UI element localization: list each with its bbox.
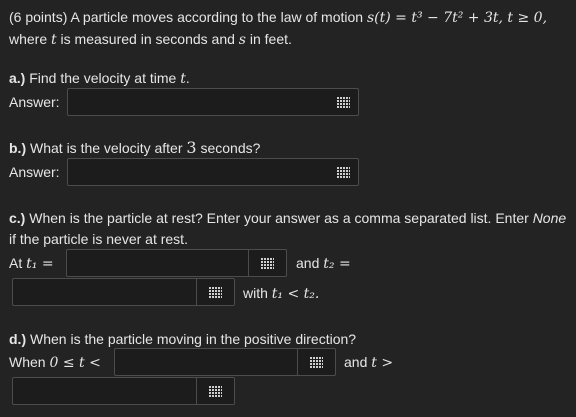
problem-text: where (9, 31, 52, 47)
part-d-question: d.) When is the particle moving in the p… (9, 329, 356, 349)
part-a-question: a.) Find the velocity at time t. (9, 68, 190, 89)
input-divider (248, 250, 249, 276)
keyboard-icon[interactable] (261, 258, 274, 269)
part-c-t2-label: and t₂ = (296, 253, 351, 274)
punct: . (185, 70, 190, 86)
part-b-text: What is the velocity after (26, 140, 187, 156)
part-b-question: b.) What is the velocity after 3 seconds… (9, 138, 260, 158)
input-divider (196, 378, 197, 404)
part-c-t1-label: At t₁ = (9, 253, 54, 274)
var-s: s (238, 32, 246, 48)
keyboard-icon[interactable] (209, 386, 222, 397)
part-c-text: At (9, 255, 27, 271)
problem-line-1: (6 points) A particle moves according to… (9, 7, 547, 28)
part-d-text: When (9, 354, 50, 370)
part-c-t1-input[interactable] (66, 249, 287, 277)
part-b-answer-label: Answer: (9, 164, 60, 180)
keyboard-icon[interactable] (337, 167, 350, 178)
keyboard-icon[interactable] (310, 357, 323, 368)
part-d-and-label: and t > (344, 352, 393, 373)
part-d-upper-input[interactable] (114, 348, 336, 376)
order-condition: t₁ < t₂. (271, 286, 320, 302)
interval-condition: 0 ≤ t < (49, 355, 101, 371)
part-d-text: and (344, 354, 372, 370)
input-divider (297, 349, 298, 375)
part-a-answer-label: Answer: (9, 94, 60, 110)
part-a-text: Find the velocity at time (25, 70, 181, 86)
part-c-text: When is the particle at rest? Enter your… (25, 210, 533, 226)
part-c-text: and (296, 255, 324, 271)
part-a-answer-input[interactable] (67, 88, 359, 116)
keyboard-icon[interactable] (337, 97, 350, 108)
none-keyword: None (532, 210, 567, 226)
part-a-label: a.) (9, 70, 26, 86)
part-b-answer-input[interactable] (67, 158, 359, 186)
problem-text: is measured in seconds and (56, 31, 239, 47)
part-c-order-condition: with t₁ < t₂. (243, 283, 319, 304)
part-b-label: b.) (9, 140, 27, 156)
part-b-text: seconds? (196, 140, 261, 156)
part-c-question: c.) When is the particle at rest? Enter … (9, 208, 566, 228)
lower-bound-condition: t > (371, 355, 394, 371)
part-d-lower-input[interactable] (12, 377, 235, 405)
seconds-value: 3 (186, 138, 197, 157)
part-d-text: When is the particle moving in the posit… (26, 331, 357, 347)
input-divider (196, 279, 197, 305)
part-c-text: with (243, 285, 272, 301)
part-c-t2-input[interactable] (12, 278, 235, 306)
problem-text: in feet. (245, 31, 292, 47)
problem-line-2: where t is measured in seconds and s in … (9, 29, 292, 50)
part-c-label: c.) (9, 210, 26, 226)
motion-law: s(t) = t³ − 7t² + 3t, t ≥ 0, (366, 10, 548, 26)
keyboard-icon[interactable] (209, 287, 222, 298)
t2-symbol: t₂ = (323, 256, 351, 272)
problem-intro: (6 points) A particle moves according to… (9, 9, 367, 25)
part-d-when-label: When 0 ≤ t < (9, 352, 101, 373)
part-c-question-line-2: if the particle is never at rest. (9, 231, 188, 247)
t1-symbol: t₁ = (26, 256, 54, 272)
part-d-label: d.) (9, 331, 27, 347)
